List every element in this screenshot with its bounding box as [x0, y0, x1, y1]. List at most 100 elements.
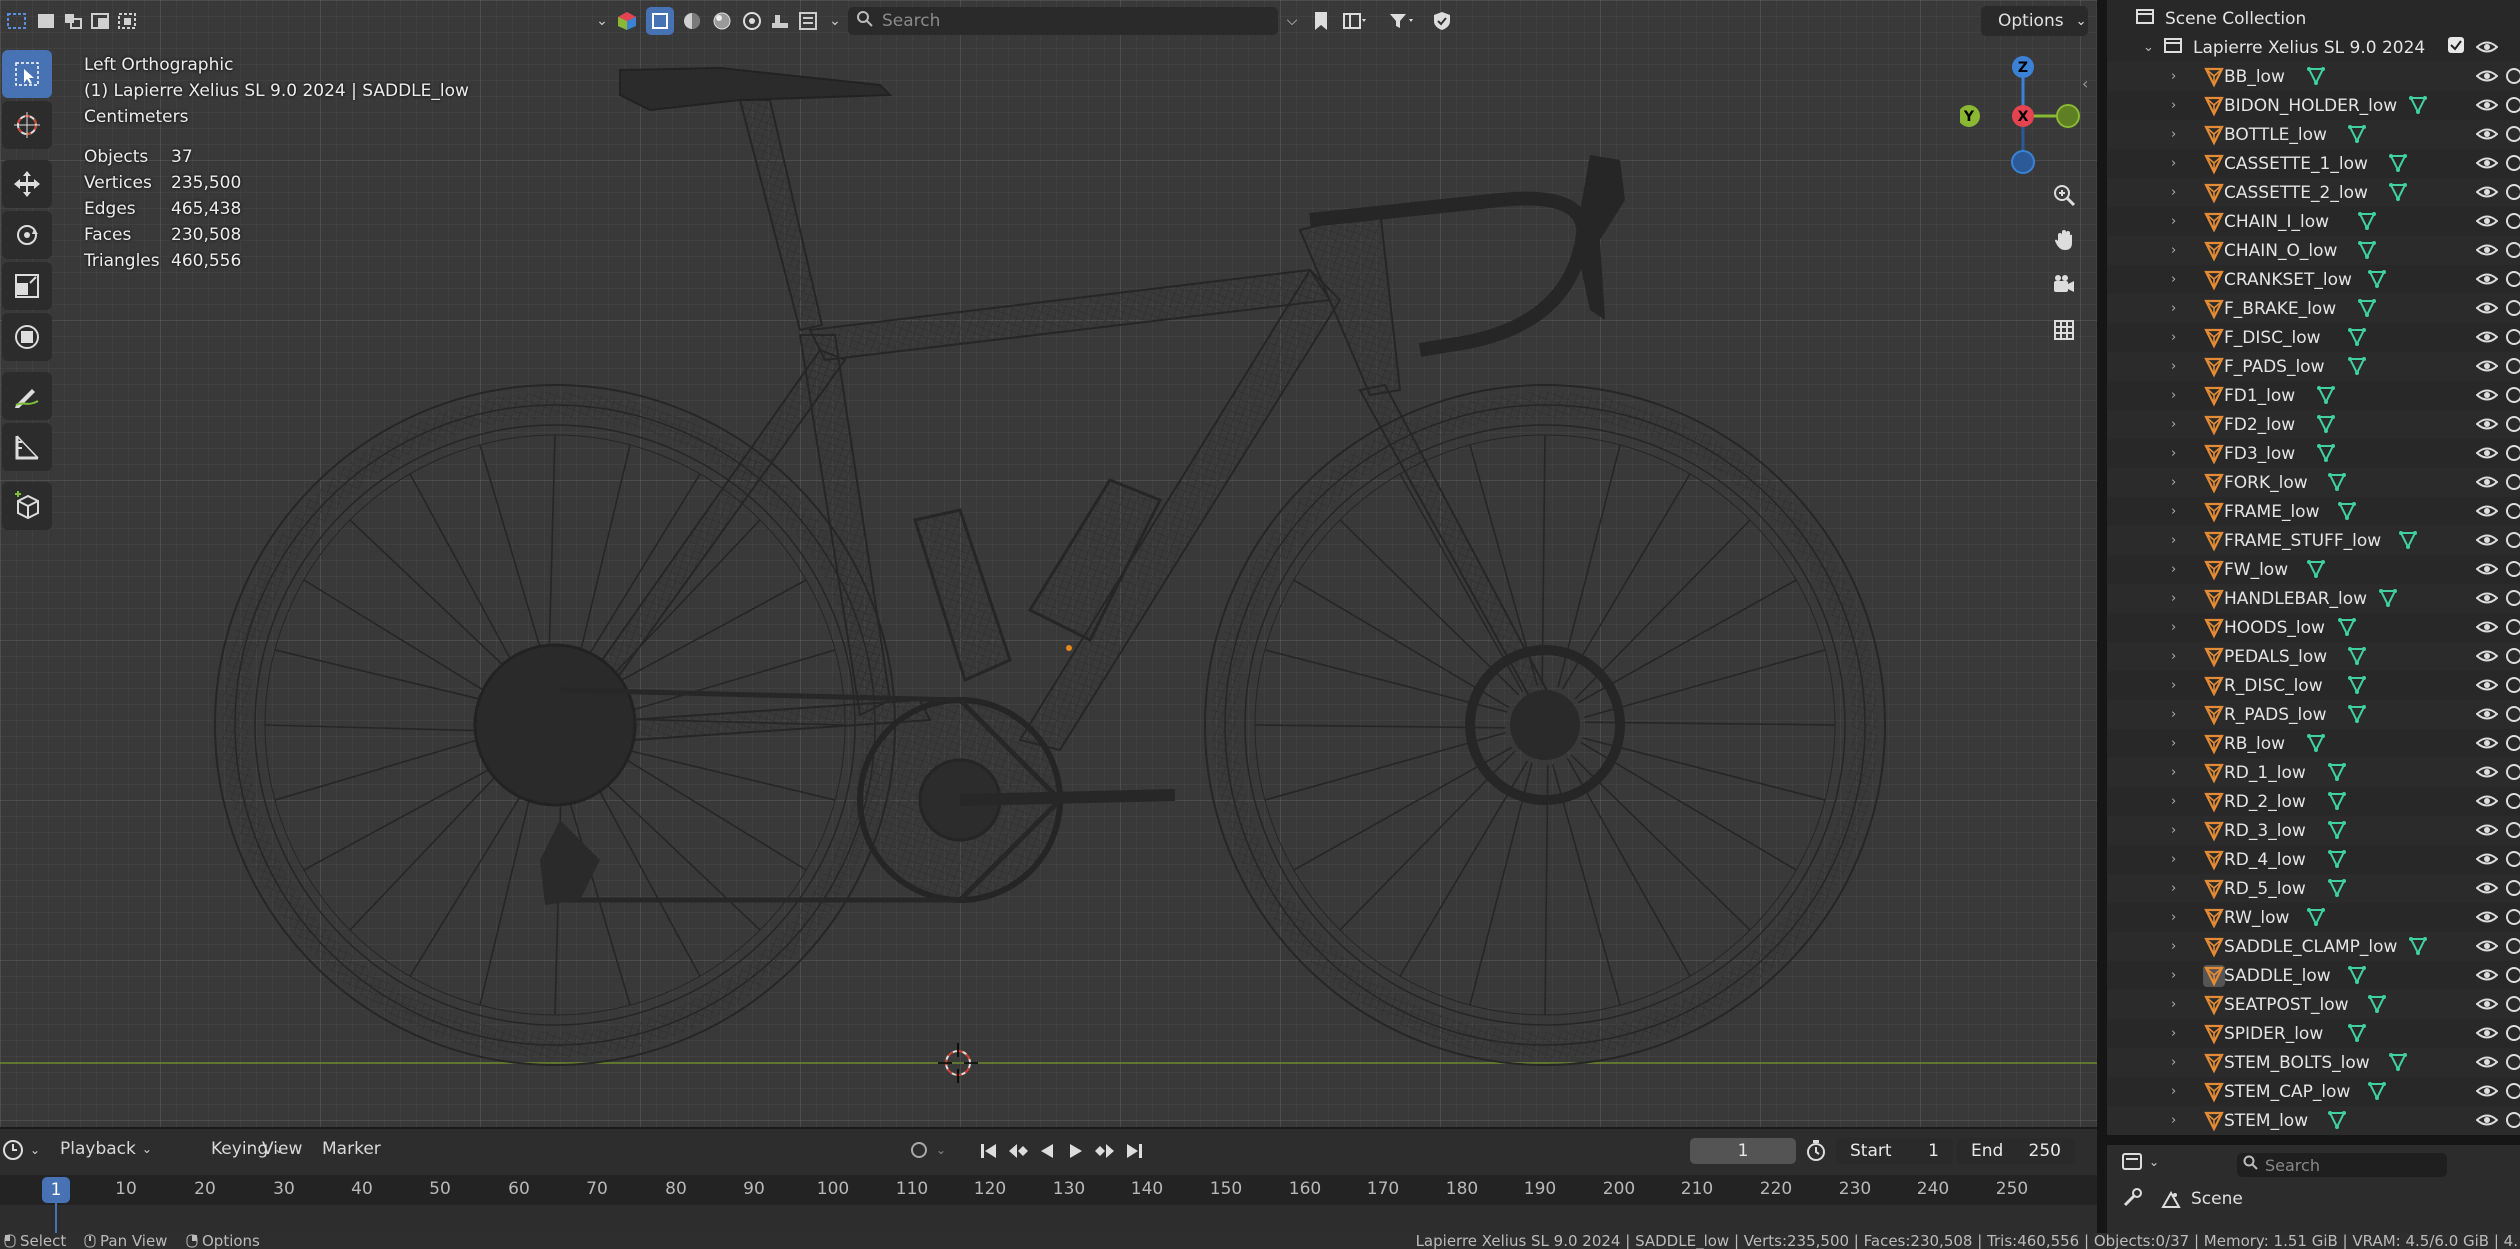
eye-icon[interactable]	[2475, 850, 2499, 868]
camera-render-icon[interactable]	[2505, 386, 2520, 404]
expand-chevron-icon[interactable]: ›	[2171, 881, 2176, 896]
modifier-wrench-icon[interactable]	[2358, 299, 2377, 322]
expand-chevron-icon[interactable]: ›	[2171, 504, 2176, 519]
eye-icon[interactable]	[2475, 96, 2499, 114]
eye-icon[interactable]	[2475, 734, 2499, 752]
cursor-tool[interactable]	[2, 101, 52, 149]
modifier-wrench-icon[interactable]	[2368, 270, 2387, 293]
add-cube-tool[interactable]	[2, 482, 52, 530]
prev-keyframe-icon[interactable]	[1005, 1139, 1030, 1163]
camera-render-icon[interactable]	[2505, 212, 2520, 230]
expand-chevron-icon[interactable]: ›	[2171, 156, 2176, 171]
expand-chevron-icon[interactable]: ›	[2171, 98, 2176, 113]
modifier-wrench-icon[interactable]	[2337, 618, 2356, 641]
outliner-object-row[interactable]: › BOTTLE_low	[2107, 120, 2520, 149]
expand-chevron-icon[interactable]: ›	[2171, 185, 2176, 200]
eye-icon[interactable]	[2475, 647, 2499, 665]
outliner-object-row[interactable]: › CRANKSET_low	[2107, 265, 2520, 294]
eye-icon[interactable]	[2475, 879, 2499, 897]
camera-render-icon[interactable]	[2505, 299, 2520, 317]
area-divider[interactable]	[2107, 1135, 2520, 1145]
camera-render-icon[interactable]	[2505, 357, 2520, 375]
outliner-object-row[interactable]: › RD_1_low	[2107, 758, 2520, 787]
expand-chevron-icon[interactable]: ›	[2171, 591, 2176, 606]
snap-chevron-icon[interactable]: ⌵	[1280, 7, 1304, 35]
camera-render-icon[interactable]	[2505, 183, 2520, 201]
camera-render-icon[interactable]	[2505, 589, 2520, 607]
camera-render-icon[interactable]	[2505, 966, 2520, 984]
measure-tool[interactable]	[2, 423, 52, 471]
view-menu[interactable]: View	[262, 1139, 302, 1159]
grid-toggle-icon[interactable]	[2046, 312, 2082, 348]
gizmo-toggle-icon[interactable]	[614, 7, 640, 35]
overlays-icon[interactable]	[766, 7, 794, 35]
modifier-wrench-icon[interactable]	[2327, 792, 2346, 815]
area-divider[interactable]	[2097, 0, 2107, 1233]
outliner-object-row[interactable]: › HANDLEBAR_low	[2107, 584, 2520, 613]
eye-icon[interactable]	[2475, 908, 2499, 926]
outliner-object-row[interactable]: › CHAIN_O_low	[2107, 236, 2520, 265]
filter-icon[interactable]	[1385, 7, 1419, 35]
camera-render-icon[interactable]	[2505, 676, 2520, 694]
expand-chevron-icon[interactable]: ›	[2171, 243, 2176, 258]
visibility-filter-icon[interactable]	[794, 7, 822, 35]
search-input[interactable]	[882, 11, 1262, 31]
expand-chevron-icon[interactable]: ›	[2171, 533, 2176, 548]
outliner-object-row[interactable]: › PEDALS_low	[2107, 642, 2520, 671]
properties-search-input[interactable]	[2265, 1155, 2435, 1175]
modifier-wrench-icon[interactable]	[2399, 531, 2417, 554]
expand-chevron-icon[interactable]: ›	[2171, 736, 2176, 751]
outliner-object-row[interactable]: › STEM_CAP_low	[2107, 1077, 2520, 1106]
modifier-wrench-icon[interactable]	[2327, 1111, 2346, 1134]
outliner-object-row[interactable]: › FORK_low	[2107, 468, 2520, 497]
eye-icon[interactable]	[2475, 1111, 2499, 1129]
rendered-shading-icon[interactable]	[738, 7, 766, 35]
layout-options-icon[interactable]	[1338, 7, 1372, 35]
transform-tool[interactable]	[2, 313, 52, 361]
expand-chevron-icon[interactable]: ›	[2171, 330, 2176, 345]
camera-view-icon[interactable]	[2046, 267, 2082, 303]
3d-viewport[interactable]: ⌄ ⌄ ⌵	[0, 0, 2097, 1127]
outliner-object-row[interactable]: › BIDON_HOLDER_low	[2107, 91, 2520, 120]
modifier-wrench-icon[interactable]	[2348, 1024, 2366, 1047]
play-reverse-icon[interactable]	[1034, 1139, 1059, 1163]
expand-chevron-icon[interactable]: ›	[2171, 446, 2176, 461]
outliner-object-row[interactable]: › R_PADS_low	[2107, 700, 2520, 729]
outliner-object-row[interactable]: › F_DISC_low	[2107, 323, 2520, 352]
outliner-object-row[interactable]: › RB_low	[2107, 729, 2520, 758]
eye-icon[interactable]	[2475, 212, 2499, 230]
eye-icon[interactable]	[2475, 1024, 2499, 1042]
collection-row[interactable]: ⌄ Lapierre Xelius SL 9.0 2024	[2107, 33, 2520, 62]
expand-chevron-icon[interactable]: ›	[2171, 794, 2176, 809]
eye-icon[interactable]	[2475, 763, 2499, 781]
eye-icon[interactable]	[2475, 995, 2499, 1013]
camera-render-icon[interactable]	[2505, 560, 2520, 578]
eye-icon[interactable]	[2475, 154, 2499, 172]
outliner-object-row[interactable]: › FW_low	[2107, 555, 2520, 584]
eye-icon[interactable]	[2475, 502, 2499, 520]
eye-icon[interactable]	[2475, 299, 2499, 317]
frame-ruler[interactable]: 1 10 20 30 40 50 60 70 80 90 100 110 120…	[0, 1175, 2097, 1205]
expand-chevron-icon[interactable]: ›	[2171, 359, 2176, 374]
modifier-wrench-icon[interactable]	[2358, 241, 2377, 264]
chevron-down-icon[interactable]: ⌄	[822, 7, 848, 35]
camera-render-icon[interactable]	[2505, 502, 2520, 520]
end-frame-field[interactable]: End 250	[1957, 1138, 2075, 1164]
stopwatch-icon[interactable]	[1805, 1138, 1827, 1162]
outliner-object-row[interactable]: › SADDLE_low	[2107, 961, 2520, 990]
shield-icon[interactable]	[1428, 7, 1456, 35]
editor-type-clock-icon[interactable]: ⌄	[2, 1139, 40, 1161]
zoom-icon[interactable]	[2046, 177, 2082, 213]
eye-icon[interactable]	[2475, 38, 2499, 56]
camera-render-icon[interactable]	[2505, 96, 2520, 114]
expand-chevron-icon[interactable]: ›	[2171, 1055, 2176, 1070]
outliner-object-row[interactable]: › RW_low	[2107, 903, 2520, 932]
expand-chevron-icon[interactable]: ›	[2171, 127, 2176, 142]
outliner-object-row[interactable]: › R_DISC_low	[2107, 671, 2520, 700]
modifier-wrench-icon[interactable]	[2307, 734, 2326, 757]
camera-render-icon[interactable]	[2505, 270, 2520, 288]
modifier-wrench-icon[interactable]	[2388, 154, 2407, 177]
outliner-object-row[interactable]: › CASSETTE_1_low	[2107, 149, 2520, 178]
camera-render-icon[interactable]	[2505, 937, 2520, 955]
outliner-object-row[interactable]: › F_PADS_low	[2107, 352, 2520, 381]
